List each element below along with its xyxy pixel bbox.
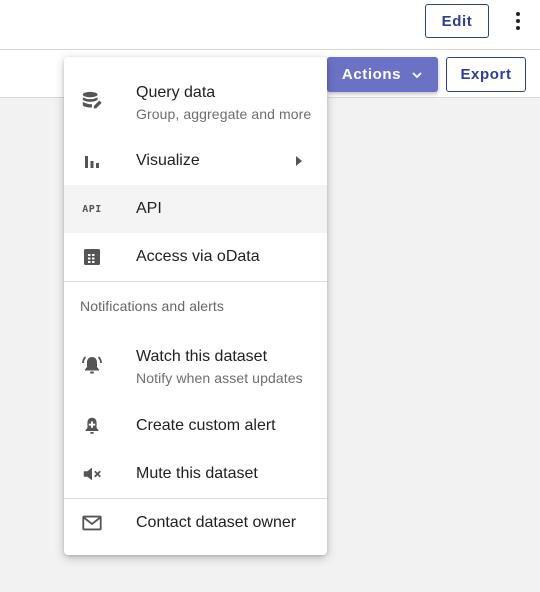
menu-item-create-custom-alert[interactable]: Create custom alert [64, 402, 327, 450]
submenu-arrow-icon [296, 156, 302, 166]
menu-item-sublabel: Notify when asset updates [136, 370, 303, 386]
menu-item-odata[interactable]: Access via oData [64, 233, 327, 281]
menu-item-label: Watch this dataset [136, 348, 268, 365]
actions-button[interactable]: Actions [327, 57, 438, 92]
table-icon [80, 245, 104, 269]
export-button[interactable]: Export [446, 57, 526, 92]
section-title-notifications: Notifications and alerts [80, 298, 225, 314]
menu-item-label: Query data [136, 84, 216, 101]
bar-chart-icon [80, 149, 104, 173]
menu-item-label: Mute this dataset [136, 465, 258, 482]
chevron-down-icon [412, 71, 422, 78]
database-edit-icon [80, 89, 104, 113]
actions-button-label: Actions [341, 66, 402, 83]
more-vert-icon[interactable] [506, 6, 530, 36]
menu-item-watch-dataset[interactable]: Watch this dataset Notify when asset upd… [64, 327, 327, 407]
bell-plus-icon [80, 414, 104, 438]
menu-item-label: Visualize [136, 152, 200, 169]
menu-item-api[interactable]: API API [64, 185, 327, 233]
menu-item-visualize[interactable]: Visualize [64, 137, 327, 185]
edit-button[interactable]: Edit [425, 4, 489, 38]
menu-divider [64, 281, 327, 282]
top-bar: Edit [0, 0, 540, 50]
menu-item-label: Access via oData [136, 248, 260, 265]
menu-item-contact-owner[interactable]: Contact dataset owner [64, 499, 327, 547]
menu-item-mute-dataset[interactable]: Mute this dataset [64, 450, 327, 498]
bell-ring-icon [80, 353, 104, 377]
menu-item-label: Contact dataset owner [136, 514, 297, 531]
mail-icon [80, 511, 104, 535]
menu-item-query-data[interactable]: Query data Group, aggregate and more [64, 57, 327, 137]
menu-item-sublabel: Group, aggregate and more [136, 106, 312, 122]
menu-item-label: API [136, 200, 162, 217]
menu-item-label: Create custom alert [136, 417, 276, 434]
actions-menu: Query data Group, aggregate and more Vis… [64, 57, 327, 555]
volume-off-icon [80, 462, 104, 486]
api-icon: API [82, 203, 102, 215]
